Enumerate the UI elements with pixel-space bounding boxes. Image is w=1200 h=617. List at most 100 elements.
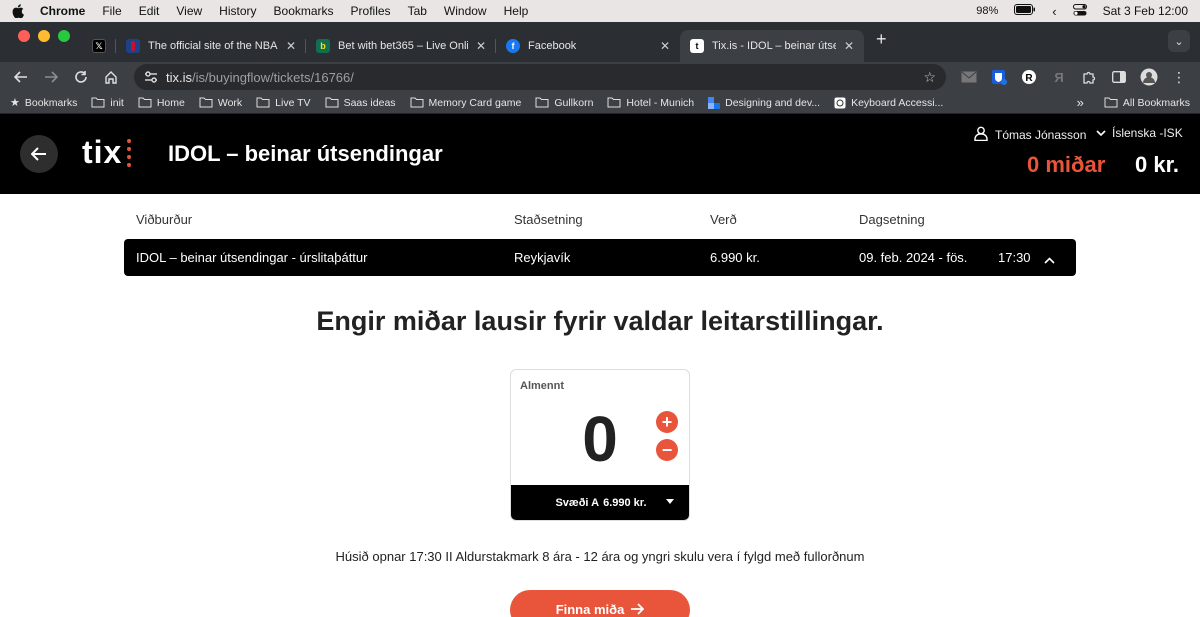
cart-total[interactable]: 0 kr.	[1135, 152, 1179, 178]
new-tab-plus-icon[interactable]: +	[864, 29, 899, 56]
user-account[interactable]: Tómas Jónasson	[974, 126, 1086, 144]
address-bar[interactable]: tix.is/is/buyingflow/tickets/16766/ ☆	[134, 64, 946, 90]
more-bookmarks-icon[interactable]: »	[1077, 95, 1084, 110]
bookmark-folder-work[interactable]: Work	[199, 97, 242, 109]
bookmark-bookmarks[interactable]: ★ Bookmarks	[10, 96, 77, 110]
minimize-window-button[interactable]	[38, 30, 50, 42]
chevron-down-icon	[1096, 126, 1106, 140]
close-tab-icon[interactable]: ✕	[660, 39, 670, 53]
bitwarden-extension-icon[interactable]	[986, 64, 1012, 90]
zone-selector[interactable]: Svæði A 6.990 kr.	[511, 485, 689, 520]
bookmark-folder-live-tv[interactable]: Live TV	[256, 97, 311, 109]
bookmark-label: Designing and dev...	[725, 96, 821, 109]
page-title: IDOL – beinar útsendingar	[168, 141, 443, 166]
tab-search-chevron-icon[interactable]: ⌄	[1168, 30, 1190, 52]
event-row[interactable]: IDOL – beinar útsendingar - úrslitaþáttu…	[124, 239, 1076, 276]
ticket-category-card: Almennt 0 + − Svæði A 6.990 kr.	[510, 369, 690, 521]
back-arrow-icon[interactable]	[8, 64, 34, 90]
zoom-window-button[interactable]	[58, 30, 70, 42]
caret-down-icon	[666, 499, 674, 504]
event-location: Reykjavík	[514, 250, 571, 265]
menu-bookmarks[interactable]: Bookmarks	[274, 4, 334, 18]
increase-quantity-button[interactable]: +	[656, 411, 678, 433]
bookmark-folder-memory-card-game[interactable]: Memory Card game	[410, 97, 521, 109]
tab-facebook[interactable]: f Facebook ✕	[496, 30, 680, 62]
user-icon	[974, 126, 988, 144]
event-date: 09. feb. 2024 - fös.	[859, 250, 968, 265]
url-path: /is/buyingflow/tickets/16766/	[192, 69, 354, 85]
bookmark-folder-hotel-munich[interactable]: Hotel - Munich	[607, 97, 694, 109]
battery-icon[interactable]	[1014, 4, 1036, 18]
home-icon[interactable]	[98, 64, 124, 90]
logo-text: tix	[82, 134, 123, 170]
menu-file[interactable]: File	[102, 4, 121, 18]
forward-arrow-icon[interactable]	[38, 64, 64, 90]
r-extension-icon[interactable]: R	[1016, 64, 1042, 90]
browser-tab-strip: 𝕏 The official site of the NBA fo ✕ b Be…	[0, 22, 1200, 62]
ticket-count[interactable]: 0 miðar	[1027, 152, 1105, 178]
column-event: Viðburður	[136, 212, 193, 227]
reload-icon[interactable]	[68, 64, 94, 90]
profile-avatar-icon[interactable]	[1136, 64, 1162, 90]
close-tab-icon[interactable]: ✕	[476, 39, 486, 53]
close-window-button[interactable]	[18, 30, 30, 42]
apple-icon[interactable]	[12, 4, 26, 18]
control-center-icon[interactable]	[1072, 3, 1087, 19]
bookmark-folder-gullkorn[interactable]: Gullkorn	[535, 97, 593, 109]
bookmark-keyboard-accessibility[interactable]: Keyboard Accessi...	[834, 97, 943, 109]
event-price: 6.990 kr.	[710, 250, 760, 265]
translate-extension-icon[interactable]: Я	[1046, 64, 1072, 90]
menu-profiles[interactable]: Profiles	[351, 4, 391, 18]
bookmark-label: Gullkorn	[554, 96, 594, 109]
language-selector[interactable]: Íslenska -ISK	[1096, 126, 1183, 140]
bookmark-star-icon[interactable]: ☆	[923, 69, 936, 86]
bookmarks-bar: ★ Bookmarks init Home Work Live TV Saas …	[0, 92, 1200, 114]
bookmark-folder-saas-ideas[interactable]: Saas ideas	[325, 97, 396, 109]
menubar-clock[interactable]: Sat 3 Feb 12:00	[1103, 4, 1188, 18]
folder-icon	[91, 97, 105, 108]
battery-percent: 98%	[976, 5, 999, 17]
extensions-puzzle-icon[interactable]	[1076, 64, 1102, 90]
macos-menubar: Chrome File Edit View History Bookmarks …	[0, 0, 1200, 22]
menu-view[interactable]: View	[176, 4, 202, 18]
menu-app-name[interactable]: Chrome	[40, 4, 85, 18]
menu-edit[interactable]: Edit	[139, 4, 160, 18]
tix-header: tix IDOL – beinar útsendingar Tómas Jóna…	[0, 114, 1200, 194]
bookmark-folder-init[interactable]: init	[91, 97, 124, 109]
close-tab-icon[interactable]: ✕	[844, 39, 854, 53]
user-name: Tómas Jónasson	[995, 128, 1087, 142]
browser-toolbar: tix.is/is/buyingflow/tickets/16766/ ☆ R …	[0, 62, 1200, 92]
folder-icon	[1104, 97, 1118, 108]
bookmark-label: Saas ideas	[343, 96, 396, 109]
chevron-up-icon[interactable]	[1044, 252, 1055, 267]
side-panel-icon[interactable]	[1106, 64, 1132, 90]
tix-logo[interactable]: tix	[82, 134, 132, 171]
menu-help[interactable]: Help	[504, 4, 529, 18]
folder-icon	[138, 97, 152, 108]
mail-extension-icon[interactable]	[956, 64, 982, 90]
menu-window[interactable]: Window	[444, 4, 487, 18]
column-date: Dagsetning	[859, 212, 925, 227]
menu-tab[interactable]: Tab	[408, 4, 427, 18]
tab-x[interactable]: 𝕏	[82, 30, 116, 62]
decrease-quantity-button[interactable]: −	[656, 439, 678, 461]
back-button[interactable]	[20, 135, 58, 173]
tab-bet365[interactable]: b Bet with bet365 – Live Online ✕	[306, 30, 496, 62]
close-tab-icon[interactable]: ✕	[286, 39, 296, 53]
bet365-icon: b	[316, 39, 330, 53]
chrome-menu-icon[interactable]: ⋮	[1166, 64, 1192, 90]
bookmark-label: All Bookmarks	[1122, 96, 1190, 109]
site-settings-icon[interactable]	[144, 71, 158, 83]
find-tickets-button[interactable]: Finna miða	[510, 590, 690, 617]
tab-tix-active[interactable]: t Tix.is - IDOL – beinar útsendi ✕	[680, 30, 864, 62]
all-bookmarks-folder[interactable]: All Bookmarks	[1104, 97, 1190, 109]
chevron-left-icon[interactable]: ‹	[1052, 4, 1056, 19]
menu-history[interactable]: History	[219, 4, 256, 18]
tab-nba[interactable]: The official site of the NBA fo ✕	[116, 30, 306, 62]
logo-dots-icon	[127, 138, 132, 167]
tix-icon: t	[690, 39, 704, 53]
bookmark-designing-and-dev[interactable]: Designing and dev...	[708, 96, 821, 109]
zone-name: Svæði A	[555, 496, 600, 509]
ticket-category-label: Almennt	[520, 380, 564, 392]
bookmark-folder-home[interactable]: Home	[138, 97, 185, 109]
